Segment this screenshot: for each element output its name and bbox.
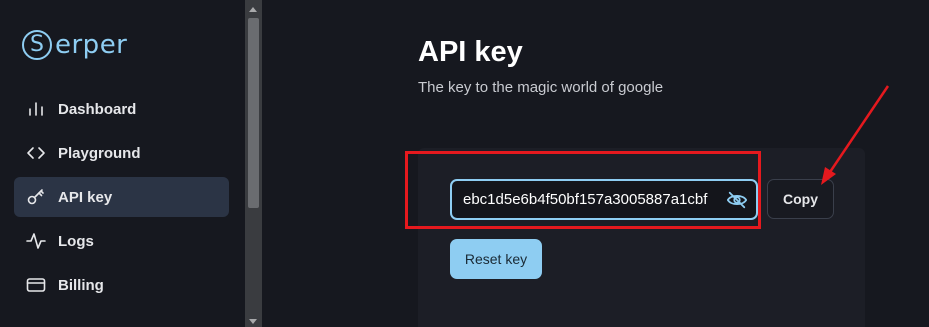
logo-letter: S xyxy=(30,32,44,57)
annotation-highlight-box xyxy=(405,151,761,229)
page-subtitle: The key to the magic world of google xyxy=(418,79,664,96)
sidebar-item-dashboard[interactable]: Dashboard xyxy=(14,89,229,129)
logo-circle-icon: S xyxy=(22,30,52,60)
sidebar-item-label: Logs xyxy=(58,232,94,250)
sidebar-item-billing[interactable]: Billing xyxy=(14,265,229,305)
sidebar-item-label: Playground xyxy=(58,144,141,162)
logo-text: erper xyxy=(55,30,128,60)
sidebar-item-playground[interactable]: Playground xyxy=(14,133,229,173)
sidebar-item-label: API key xyxy=(58,188,113,206)
scroll-down-arrow-icon[interactable] xyxy=(249,319,257,324)
code-icon xyxy=(25,142,47,164)
scroll-thumb[interactable] xyxy=(248,18,259,208)
sidebar-item-label: Billing xyxy=(58,276,104,294)
reset-key-button[interactable]: Reset key xyxy=(450,239,542,279)
serper-logo[interactable]: S erper xyxy=(22,26,127,64)
copy-button[interactable]: Copy xyxy=(767,179,834,219)
sidebar-item-logs[interactable]: Logs xyxy=(14,221,229,261)
bar-chart-icon xyxy=(25,98,47,120)
scroll-up-arrow-icon[interactable] xyxy=(249,7,257,12)
sidebar-scrollbar[interactable] xyxy=(245,0,262,327)
sidebar: S erper Dashboard Playground API key Log… xyxy=(0,0,245,327)
credit-card-icon xyxy=(25,274,47,296)
key-icon xyxy=(25,186,47,208)
activity-icon xyxy=(25,230,47,252)
page-title: API key xyxy=(418,36,523,68)
sidebar-item-api-key[interactable]: API key xyxy=(14,177,229,217)
sidebar-item-label: Dashboard xyxy=(58,100,137,118)
